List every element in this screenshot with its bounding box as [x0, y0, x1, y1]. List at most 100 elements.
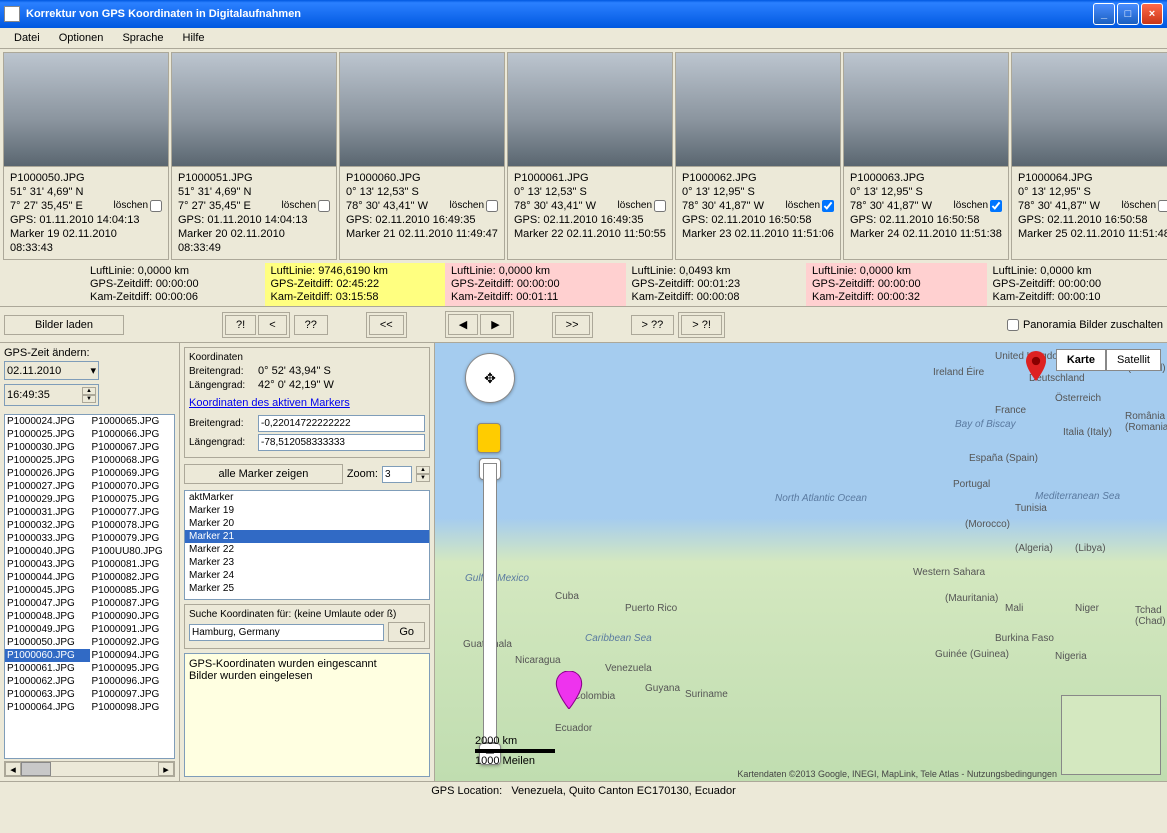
- file-item[interactable]: P1000095.JPG: [90, 662, 175, 675]
- file-item[interactable]: P1000050.JPG: [5, 636, 90, 649]
- file-item[interactable]: P1000033.JPG: [5, 532, 90, 545]
- thumbnail-image[interactable]: [1012, 53, 1167, 167]
- map-marker-pink[interactable]: [555, 671, 583, 709]
- menu-hilfe[interactable]: Hilfe: [175, 30, 213, 46]
- thumbnail-cell[interactable]: P1000051.JPG 51° 31' 4,69" N 7° 27' 35,4…: [171, 52, 337, 260]
- file-item[interactable]: P1000031.JPG: [5, 506, 90, 519]
- show-all-markers-button[interactable]: alle Marker zeigen: [184, 464, 343, 484]
- file-item[interactable]: P1000078.JPG: [90, 519, 175, 532]
- thumbnail-image[interactable]: [340, 53, 504, 167]
- time-input[interactable]: 16:49:35 ▲▼: [4, 384, 99, 406]
- marker-list[interactable]: aktMarkerMarker 19Marker 20Marker 21Mark…: [184, 490, 430, 600]
- scroll-left-icon[interactable]: ◂: [5, 762, 21, 776]
- lon-input[interactable]: [258, 434, 425, 451]
- thumbnail-cell[interactable]: P1000062.JPG 0° 13' 12,95" S 78° 30' 41,…: [675, 52, 841, 260]
- thumbnail-cell[interactable]: P1000061.JPG 0° 13' 12,53" S 78° 30' 43,…: [507, 52, 673, 260]
- menu-optionen[interactable]: Optionen: [51, 30, 112, 46]
- thumbnail-cell[interactable]: P1000064.JPG 0° 13' 12,95" S 78° 30' 41,…: [1011, 52, 1167, 260]
- marker-item[interactable]: Marker 25: [185, 582, 429, 595]
- delete-check[interactable]: löschen: [114, 199, 162, 213]
- file-item[interactable]: P1000067.JPG: [90, 441, 175, 454]
- file-item[interactable]: P1000068.JPG: [90, 454, 175, 467]
- file-item[interactable]: P1000024.JPG: [5, 415, 90, 428]
- minimize-button[interactable]: _: [1093, 3, 1115, 25]
- marker-item[interactable]: Marker 20: [185, 517, 429, 530]
- file-item[interactable]: P1000060.JPG: [5, 649, 90, 662]
- marker-item[interactable]: Marker 21: [185, 530, 429, 543]
- nav-first[interactable]: <<: [369, 315, 404, 335]
- active-marker-link[interactable]: Koordinaten des aktiven Markers: [189, 397, 425, 409]
- nav-prev[interactable]: ◀: [448, 314, 478, 335]
- nav-b9[interactable]: > ?!: [681, 315, 722, 335]
- file-item[interactable]: P100UU80.JPG: [90, 545, 175, 558]
- nav-b2[interactable]: <: [258, 315, 286, 335]
- time-spinner[interactable]: ▲▼: [82, 387, 96, 403]
- thumbnail-image[interactable]: [172, 53, 336, 167]
- file-item[interactable]: P1000049.JPG: [5, 623, 90, 636]
- file-item[interactable]: P1000030.JPG: [5, 441, 90, 454]
- file-item[interactable]: P1000062.JPG: [5, 675, 90, 688]
- zoom-slider[interactable]: [483, 463, 497, 743]
- file-item[interactable]: P1000026.JPG: [5, 467, 90, 480]
- zoom-input[interactable]: [382, 466, 412, 483]
- pegman-icon[interactable]: [477, 423, 501, 453]
- delete-check[interactable]: löschen: [1122, 199, 1167, 213]
- delete-check[interactable]: löschen: [450, 199, 498, 213]
- marker-item[interactable]: Marker 22: [185, 543, 429, 556]
- zoom-spinner[interactable]: ▲▼: [416, 466, 430, 482]
- file-item[interactable]: P1000043.JPG: [5, 558, 90, 571]
- map-type-karte[interactable]: Karte: [1056, 349, 1106, 371]
- file-item[interactable]: P1000065.JPG: [90, 415, 175, 428]
- file-item[interactable]: P1000029.JPG: [5, 493, 90, 506]
- file-item[interactable]: P1000066.JPG: [90, 428, 175, 441]
- file-item[interactable]: P1000069.JPG: [90, 467, 175, 480]
- file-item[interactable]: P1000061.JPG: [5, 662, 90, 675]
- pan-control[interactable]: ✥: [465, 353, 515, 403]
- nav-next[interactable]: ▶: [480, 314, 510, 335]
- panorama-checkbox[interactable]: [1007, 319, 1019, 331]
- file-item[interactable]: P1000092.JPG: [90, 636, 175, 649]
- file-item[interactable]: P1000025.JPG: [5, 428, 90, 441]
- file-item[interactable]: P1000027.JPG: [5, 480, 90, 493]
- file-item[interactable]: P1000090.JPG: [90, 610, 175, 623]
- map-type-satellit[interactable]: Satellit: [1106, 349, 1161, 371]
- file-item[interactable]: P1000085.JPG: [90, 584, 175, 597]
- file-item[interactable]: P1000070.JPG: [90, 480, 175, 493]
- thumbnail-image[interactable]: [844, 53, 1008, 167]
- file-item[interactable]: P1000025.JPG: [5, 454, 90, 467]
- lat-input[interactable]: [258, 415, 425, 432]
- nav-last[interactable]: >>: [555, 315, 590, 335]
- delete-check[interactable]: löschen: [786, 199, 834, 213]
- file-item[interactable]: P1000082.JPG: [90, 571, 175, 584]
- delete-check[interactable]: löschen: [282, 199, 330, 213]
- panorama-check-label[interactable]: Panoramia Bilder zuschalten: [1007, 319, 1163, 331]
- file-item[interactable]: P1000047.JPG: [5, 597, 90, 610]
- file-item[interactable]: P1000044.JPG: [5, 571, 90, 584]
- thumbnail-image[interactable]: [676, 53, 840, 167]
- file-item[interactable]: P1000048.JPG: [5, 610, 90, 623]
- dropdown-icon[interactable]: ▾: [90, 364, 96, 377]
- file-item[interactable]: P1000032.JPG: [5, 519, 90, 532]
- load-images-button[interactable]: Bilder laden: [4, 315, 124, 335]
- nav-b3[interactable]: ??: [294, 315, 328, 335]
- file-item[interactable]: P1000064.JPG: [5, 701, 90, 714]
- file-item[interactable]: P1000098.JPG: [90, 701, 175, 714]
- maximize-button[interactable]: □: [1117, 3, 1139, 25]
- thumbnail-cell[interactable]: P1000050.JPG 51° 31' 4,69" N 7° 27' 35,4…: [3, 52, 169, 260]
- marker-item[interactable]: Marker 23: [185, 556, 429, 569]
- file-item[interactable]: P1000091.JPG: [90, 623, 175, 636]
- file-item[interactable]: P1000079.JPG: [90, 532, 175, 545]
- scroll-thumb[interactable]: [21, 762, 51, 776]
- marker-item[interactable]: Marker 24: [185, 569, 429, 582]
- file-list[interactable]: P1000024.JPGP1000025.JPGP1000030.JPGP100…: [4, 414, 175, 759]
- file-item[interactable]: P1000077.JPG: [90, 506, 175, 519]
- marker-item[interactable]: Marker 19: [185, 504, 429, 517]
- search-input[interactable]: [189, 624, 384, 641]
- close-button[interactable]: ×: [1141, 3, 1163, 25]
- h-scrollbar[interactable]: ◂ ▸: [4, 761, 175, 777]
- file-item[interactable]: P1000094.JPG: [90, 649, 175, 662]
- menu-sprache[interactable]: Sprache: [114, 30, 171, 46]
- thumbnail-image[interactable]: [508, 53, 672, 167]
- delete-check[interactable]: löschen: [618, 199, 666, 213]
- thumbnail-cell[interactable]: P1000060.JPG 0° 13' 12,53" S 78° 30' 43,…: [339, 52, 505, 260]
